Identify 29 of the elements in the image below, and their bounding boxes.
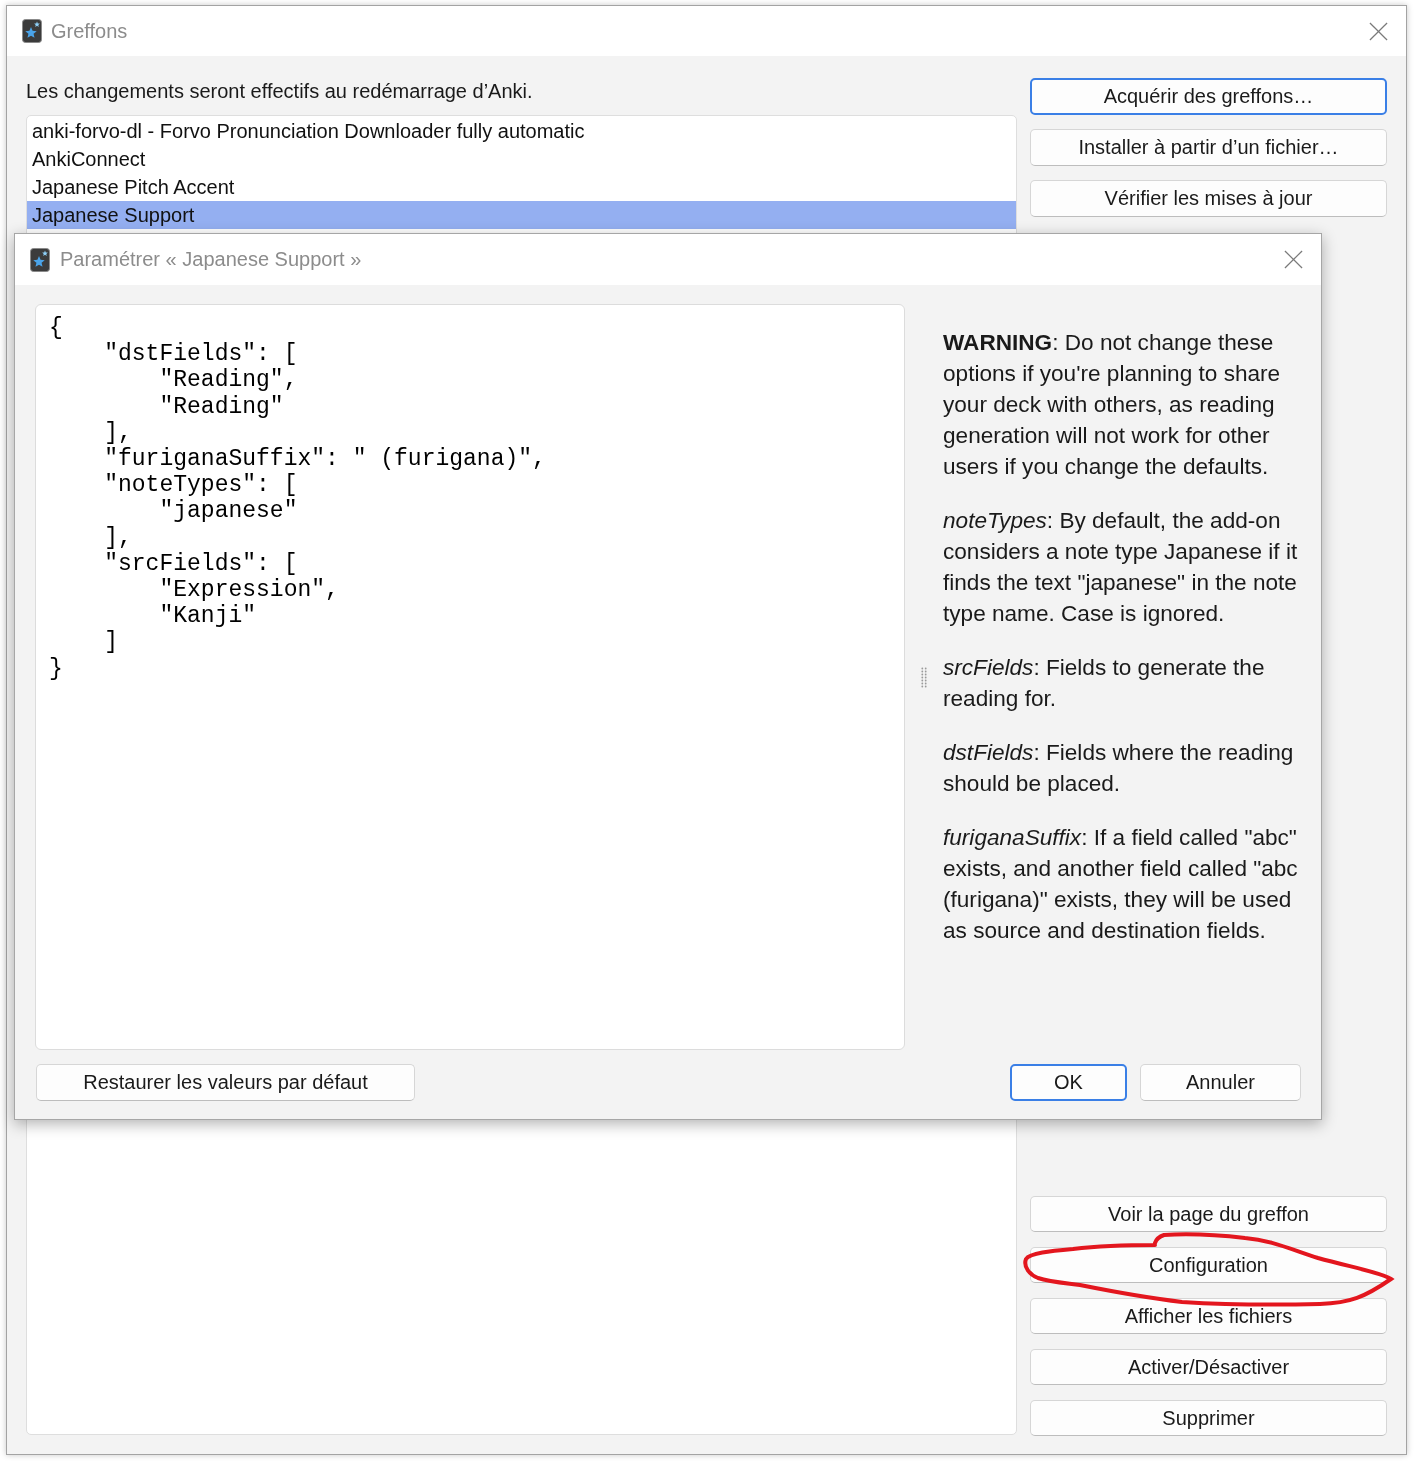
dialog-title: Paramétrer « Japanese Support »	[60, 248, 362, 271]
help-paragraph: WARNING: Do not change these options if you're planning to share your deck with others, as reading generation will not work for other users if you change the defaults.	[943, 329, 1282, 481]
help-paragraph: noteTypes: By default, the add-on considers a note type Japanese if it finds the text "japanese" in the note type name. Case is ignored.	[943, 507, 1299, 628]
addon-item[interactable]: Japanese Support	[27, 201, 1016, 229]
dialog-button[interactable]: Annuler	[1140, 1064, 1301, 1101]
star-tile-icon	[30, 247, 50, 272]
splitter-grip-icon[interactable]	[921, 666, 927, 688]
close-icon[interactable]	[1284, 250, 1303, 269]
action-button[interactable]: Supprimer	[1030, 1400, 1387, 1436]
window-title: Greffons	[51, 19, 128, 43]
dialog-button[interactable]: OK	[1010, 1064, 1127, 1101]
action-button[interactable]: Acquérir des greffons…	[1030, 78, 1387, 115]
help-paragraph: srcFields: Fields to generate the reading for.	[943, 654, 1266, 713]
close-icon[interactable]	[1369, 21, 1388, 41]
config-editor[interactable]: { "dstFields": [ "Reading", "Reading" ], "furiganaSuffix": " (furigana)", "noteTypes": [ "japanese" ], "srcFields": [ "Expression", "Kanji" ] }	[35, 304, 905, 1050]
action-button[interactable]: Afficher les fichiers	[1030, 1298, 1387, 1334]
action-button[interactable]: Configuration	[1030, 1247, 1387, 1283]
addon-item[interactable]: AnkiConnect	[27, 145, 1016, 173]
action-button[interactable]: Installer à partir d’un fichier…	[1030, 129, 1387, 166]
addon-item[interactable]: Japanese Pitch Accent	[27, 173, 1016, 201]
action-button[interactable]: Activer/Désactiver	[1030, 1349, 1387, 1385]
action-button[interactable]: Voir la page du greffon	[1030, 1196, 1387, 1232]
help-paragraph: furiganaSuffix: If a field called "abc" exists, and another field called "abc (furigana)" exists, they will be used as source and destination fields.	[943, 824, 1299, 945]
action-button[interactable]: Vérifier les mises à jour	[1030, 180, 1387, 217]
help-paragraph: dstFields: Fields where the reading should be placed.	[943, 739, 1295, 798]
notice-text: Les changements seront effectifs au redémarrage d’Anki.	[26, 79, 534, 104]
reset-button[interactable]: Restaurer les valeurs par défaut	[36, 1064, 415, 1101]
star-tile-icon	[22, 19, 42, 43]
addon-item[interactable]: anki-forvo-dl - Forvo Pronunciation Downloader fully automatic	[27, 117, 1016, 145]
